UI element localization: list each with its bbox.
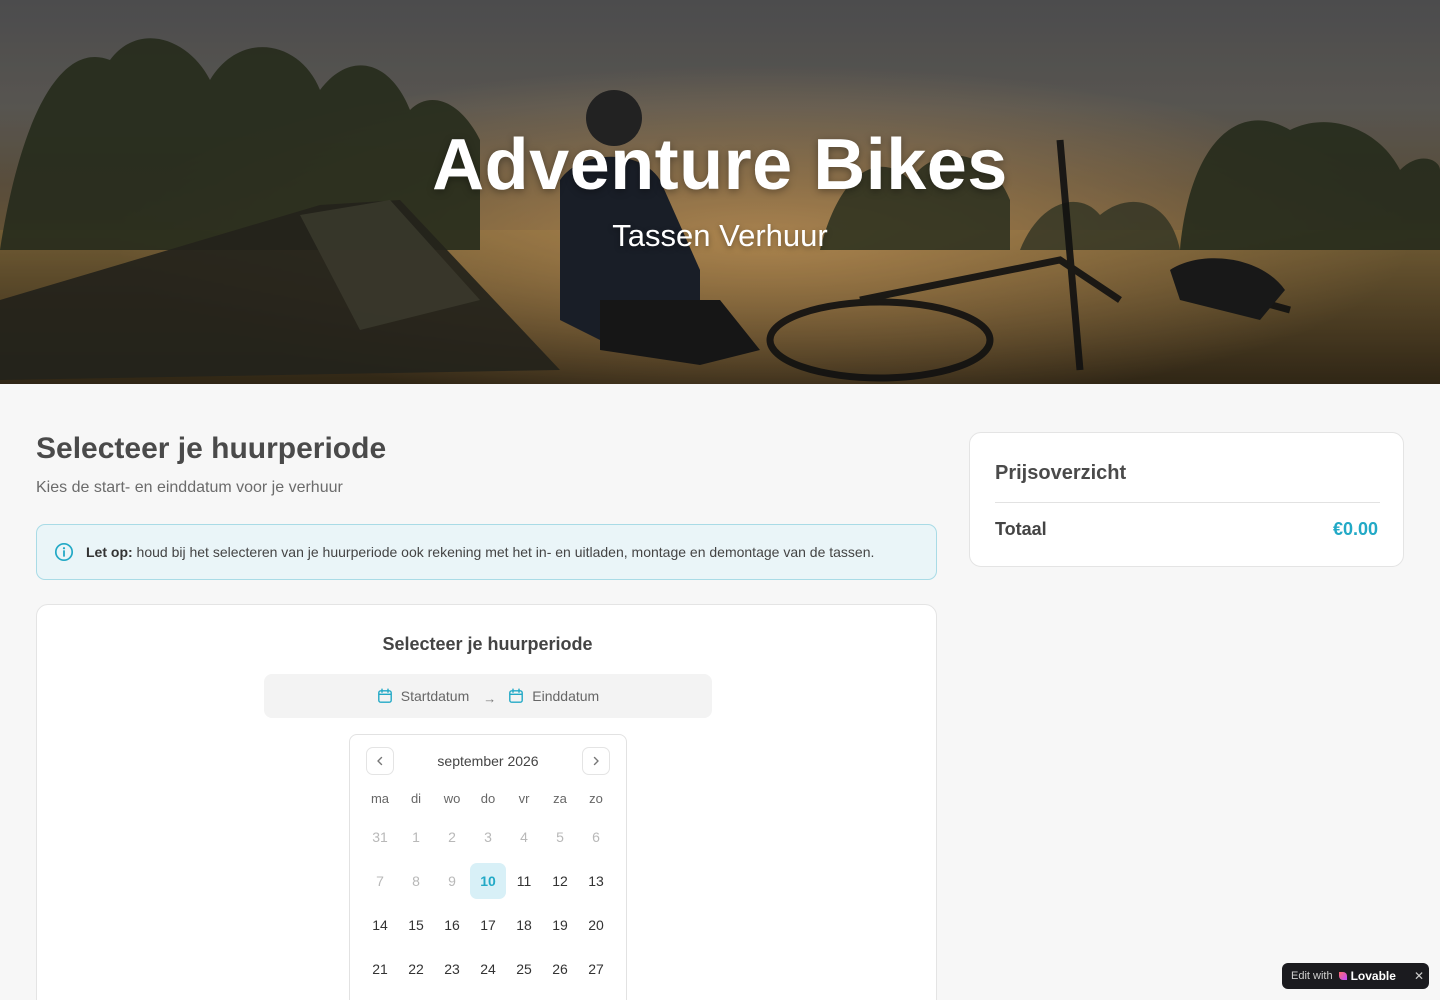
calendar-day[interactable]: 11: [506, 863, 542, 899]
total-label: Totaal: [995, 519, 1047, 539]
calendar-day[interactable]: 25: [506, 951, 542, 987]
calendar-week-row: 7 8 9 10 11 12 13: [362, 859, 614, 903]
calendar-icon: [509, 688, 524, 703]
badge-brand-text: Lovable: [1350, 969, 1396, 983]
next-month-button[interactable]: [582, 747, 610, 775]
calendar-day: 6: [592, 829, 600, 845]
calendar-day: 8: [412, 873, 420, 889]
calendar-day: 5: [556, 829, 564, 845]
hero-title: Adventure Bikes: [432, 125, 1008, 205]
end-date-label: Einddatum: [532, 688, 600, 704]
divider: [995, 502, 1380, 503]
calendar-week-row: 31 1 2 3 4 5 6: [362, 815, 614, 859]
weekday-header: ma di wo do vr za zo: [362, 791, 614, 806]
calendar-day[interactable]: 22: [398, 951, 434, 987]
calendar-day: 2: [448, 829, 456, 845]
lovable-logo-icon: [1338, 972, 1347, 980]
calendar-icon: [377, 688, 392, 703]
edit-with-lovable-badge[interactable]: Edit with Lovable ✕: [1282, 963, 1429, 989]
price-summary-title: Prijsoverzicht: [995, 462, 1127, 484]
day-grid: 31 1 2 3 4 5 6 7 8 9 10 11 12 13 14 15 16 17 18 19 20 21 22 23 2…: [362, 815, 614, 991]
hero-banner: Adventure Bikes Tassen Verhuur: [0, 0, 1440, 384]
weekday-label: di: [410, 791, 422, 806]
calendar-day[interactable]: 21: [362, 951, 398, 987]
calendar-day[interactable]: 16: [434, 907, 470, 943]
weekday-label: za: [553, 791, 567, 806]
weekday-label: ma: [370, 791, 390, 806]
calendar-week-row: 14 15 16 17 18 19 20: [362, 903, 614, 947]
weekday-label: zo: [589, 791, 603, 806]
end-date-field[interactable]: Einddatum: [508, 688, 599, 704]
calendar-day[interactable]: 20: [578, 907, 614, 943]
calendar-day: 7: [376, 873, 384, 889]
notice-message: houd bij het selecteren van je huurperio…: [136, 544, 875, 560]
calendar-day[interactable]: 12: [542, 863, 578, 899]
calendar-day: 9: [448, 873, 456, 889]
calendar-card: Selecteer je huurperiode Startdatum → Ei…: [36, 604, 937, 1000]
calendar-day: 4: [520, 829, 528, 845]
total-value: €0.00: [1332, 519, 1378, 539]
hero-subtitle: Tassen Verhuur: [612, 218, 828, 253]
range-arrow: →: [483, 690, 497, 706]
weekday-label: do: [480, 791, 496, 806]
start-date-field[interactable]: Startdatum: [377, 688, 469, 704]
calendar-day: 3: [484, 829, 492, 845]
calendar-day[interactable]: 15: [398, 907, 434, 943]
calendar-day: 31: [372, 829, 388, 845]
notice-banner: Let op: houd bij het selecteren van je h…: [36, 524, 937, 580]
close-icon[interactable]: ✕: [1409, 969, 1429, 983]
calendar-day[interactable]: 17: [470, 907, 506, 943]
start-date-label: Startdatum: [400, 688, 470, 704]
calendar-day[interactable]: 26: [542, 951, 578, 987]
calendar-day[interactable]: 18: [506, 907, 542, 943]
notice-bold: Let op:: [86, 544, 133, 560]
notice-text: Let op: houd bij het selecteren van je h…: [86, 544, 874, 560]
calendar-day[interactable]: 14: [362, 907, 398, 943]
badge-edit-text: Edit with: [1291, 970, 1333, 982]
calendar-day[interactable]: 13: [578, 863, 614, 899]
info-icon: [54, 542, 74, 562]
month-calendar: september 2026 ma di wo do vr za zo 31 1 2 3 4 5 6 7 8…: [349, 734, 627, 1000]
calendar-week-row: 21 22 23 24 25 26 27: [362, 947, 614, 991]
calendar-day: 1: [412, 829, 420, 845]
page-subtitle: Kies de start- en einddatum voor je verh…: [36, 479, 343, 496]
calendar-day[interactable]: 19: [542, 907, 578, 943]
weekday-label: vr: [518, 791, 530, 806]
page-title: Selecteer je huurperiode: [36, 432, 387, 465]
calendar-day[interactable]: 24: [470, 951, 506, 987]
calendar-day[interactable]: 27: [578, 951, 614, 987]
calendar-day-today[interactable]: 10: [470, 863, 506, 899]
calendar-day[interactable]: 23: [434, 951, 470, 987]
chevron-right-icon: [593, 756, 599, 766]
price-summary-card: Prijsoverzicht Totaal €0.00: [969, 432, 1404, 567]
weekday-label: wo: [443, 791, 461, 806]
calendar-card-title: Selecteer je huurperiode: [382, 634, 593, 654]
date-range-display[interactable]: Startdatum → Einddatum: [264, 674, 712, 718]
